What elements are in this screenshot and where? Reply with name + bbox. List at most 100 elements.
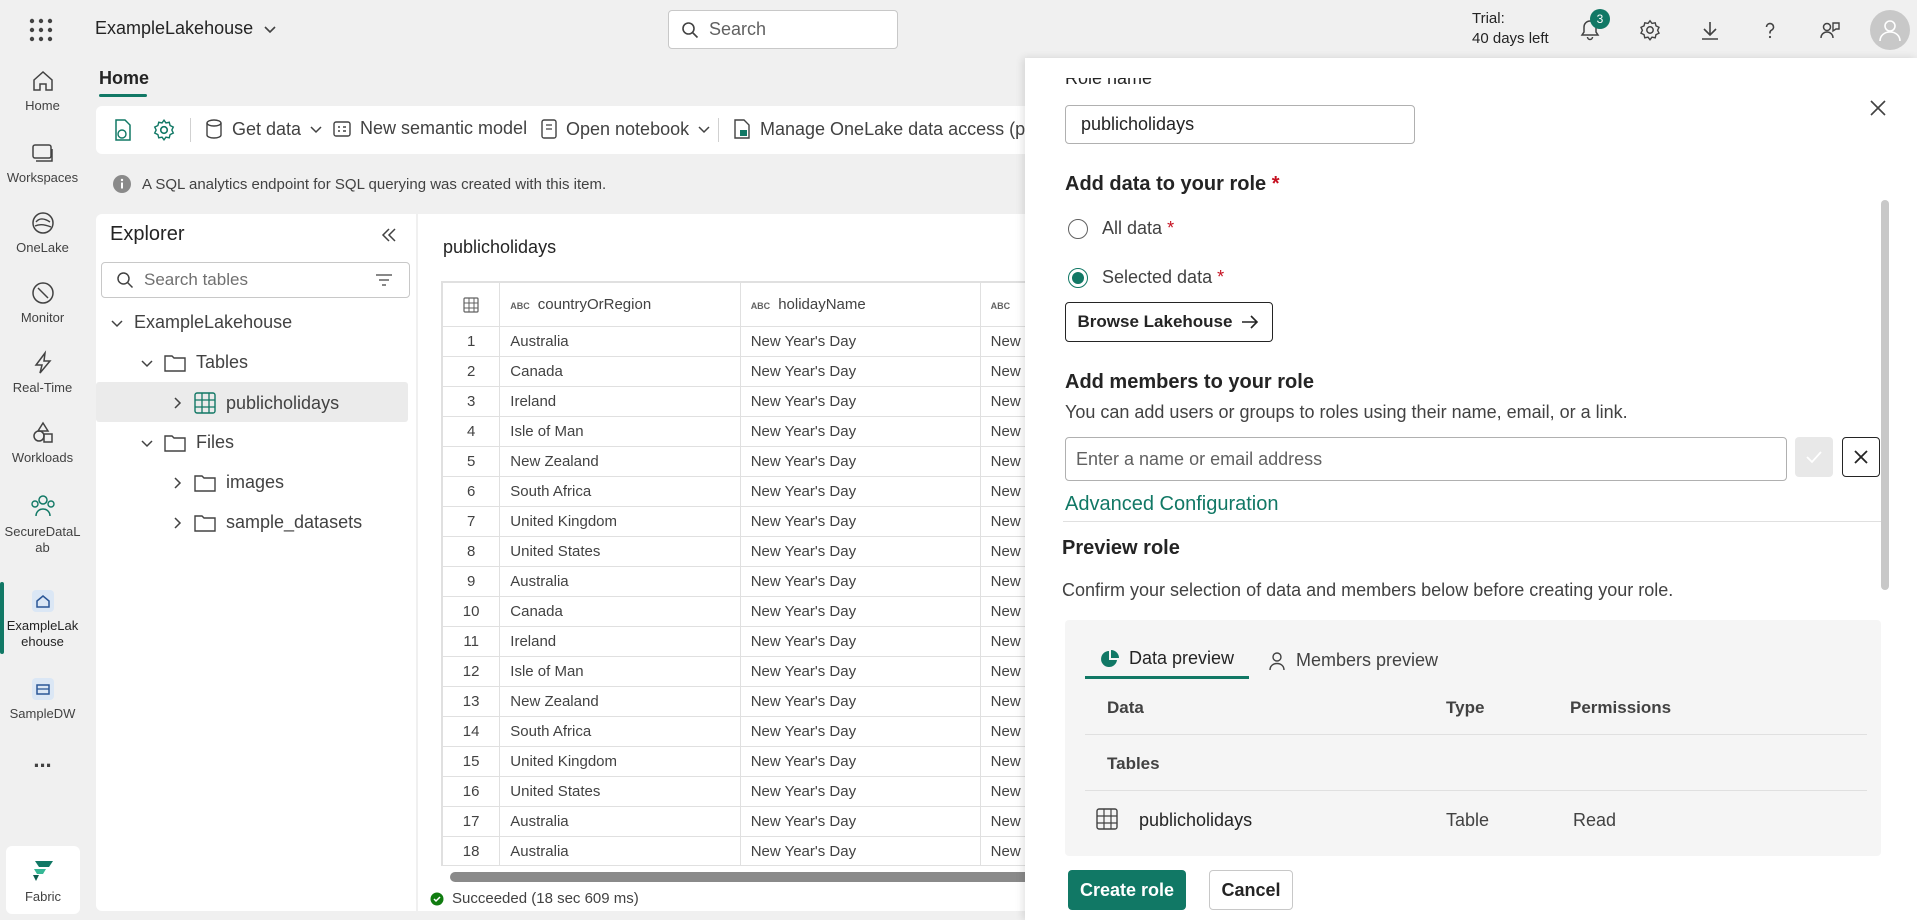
table-cell[interactable]: New Year's Day [739, 386, 981, 417]
rail-item-sampledw[interactable]: SampleDW [0, 676, 85, 722]
filter-icon[interactable] [375, 273, 393, 287]
tree-folder-sample-datasets[interactable]: sample_datasets [170, 512, 362, 533]
table-cell[interactable]: Canada [499, 356, 741, 387]
table-row[interactable]: 18 Australia New Year's Day New [442, 836, 1060, 865]
table-cell[interactable]: Australia [499, 806, 741, 837]
row-number-cell[interactable]: 1 [442, 326, 501, 357]
row-number-cell[interactable]: 11 [442, 626, 501, 657]
rail-item-monitor[interactable]: Monitor [0, 280, 85, 326]
table-row[interactable]: 4 Isle of Man New Year's Day New [442, 416, 1060, 447]
tree-folder-files[interactable]: Files [140, 432, 234, 453]
confirm-member-button[interactable] [1795, 437, 1833, 477]
table-cell[interactable]: Australia [499, 326, 741, 357]
browse-lakehouse-button[interactable]: Browse Lakehouse [1065, 302, 1273, 342]
role-name-input[interactable]: publicholidays [1065, 105, 1415, 144]
radio-selected-data[interactable]: Selected data * [1068, 267, 1224, 288]
table-cell[interactable]: Ireland [499, 386, 741, 417]
table-cell[interactable]: Australia [499, 836, 741, 865]
table-cell[interactable]: New Year's Day [739, 446, 981, 477]
table-cell[interactable]: United Kingdom [499, 746, 741, 777]
search-tables-input[interactable]: Search tables [101, 262, 410, 298]
row-number-cell[interactable]: 9 [442, 566, 501, 597]
open-notebook-button[interactable]: Open notebook [540, 118, 711, 140]
rail-item-workspaces[interactable]: Workspaces [0, 140, 85, 186]
grid-corner[interactable] [442, 282, 501, 327]
table-cell[interactable]: New Year's Day [739, 656, 981, 687]
download-icon[interactable] [1694, 14, 1726, 46]
table-cell[interactable]: New Year's Day [739, 416, 981, 447]
rail-item-home[interactable]: Home [0, 68, 85, 114]
table-cell[interactable]: Isle of Man [499, 416, 741, 447]
table-cell[interactable]: New Year's Day [739, 356, 981, 387]
clear-member-button[interactable] [1842, 437, 1880, 477]
rail-item-onelake[interactable]: OneLake [0, 210, 85, 256]
table-row[interactable]: 2 Canada New Year's Day New [442, 356, 1060, 387]
table-row[interactable]: 14 South Africa New Year's Day New [442, 716, 1060, 747]
rail-item-workloads[interactable]: Workloads [0, 420, 85, 466]
table-cell[interactable]: New Year's Day [739, 686, 981, 717]
rail-item-examplelakehouse[interactable]: ExampleLak ehouse [0, 588, 85, 650]
collapse-pane-icon[interactable] [380, 226, 398, 244]
member-search-input[interactable]: Enter a name or email address [1065, 437, 1787, 481]
table-row[interactable]: 11 Ireland New Year's Day New [442, 626, 1060, 657]
row-number-cell[interactable]: 6 [442, 476, 501, 507]
row-number-cell[interactable]: 3 [442, 386, 501, 417]
table-cell[interactable]: New Year's Day [739, 836, 981, 865]
data-grid[interactable]: ABC countryOrRegion ABC holidayName ABC 1A… [441, 281, 1061, 866]
table-cell[interactable]: New Year's Day [739, 506, 981, 537]
table-cell[interactable]: New Year's Day [739, 566, 981, 597]
fabric-switcher[interactable]: Fabric [6, 846, 80, 914]
global-search[interactable]: Search [668, 10, 898, 49]
create-role-button[interactable]: Create role [1068, 870, 1186, 910]
table-row[interactable]: 13 New Zealand New Year's Day New [442, 686, 1060, 717]
rail-item-real-time[interactable]: Real-Time [0, 350, 85, 396]
row-number-cell[interactable]: 13 [442, 686, 501, 717]
table-cell[interactable]: New Year's Day [739, 476, 981, 507]
table-row[interactable]: 7 United Kingdom New Year's Day New [442, 506, 1060, 537]
table-cell[interactable]: New Year's Day [739, 776, 981, 807]
table-row[interactable]: 3 Ireland New Year's Day New [442, 386, 1060, 417]
row-number-cell[interactable]: 7 [442, 506, 501, 537]
table-row[interactable]: 8 United States New Year's Day New [442, 536, 1060, 567]
tree-root[interactable]: ExampleLakehouse [110, 312, 292, 333]
table-row[interactable]: 5 New Zealand New Year's Day New [442, 446, 1060, 477]
table-cell[interactable]: New Year's Day [739, 716, 981, 747]
table-row[interactable]: 6 South Africa New Year's Day New [442, 476, 1060, 507]
row-number-cell[interactable]: 12 [442, 656, 501, 687]
panel-scrollbar[interactable] [1881, 200, 1889, 590]
tab-data-preview[interactable]: Data preview [1100, 648, 1234, 669]
row-number-cell[interactable]: 2 [442, 356, 501, 387]
help-icon[interactable] [1754, 14, 1786, 46]
table-cell[interactable]: Australia [499, 566, 741, 597]
radio-button-checked[interactable] [1068, 267, 1088, 288]
new-semantic-model-button[interactable]: New semantic model [332, 118, 527, 139]
row-number-cell[interactable]: 8 [442, 536, 501, 567]
table-cell[interactable]: United States [499, 776, 741, 807]
table-cell[interactable]: New Year's Day [739, 746, 981, 777]
workspace-switcher[interactable]: ExampleLakehouse [95, 18, 277, 39]
table-row[interactable]: 16 United States New Year's Day New [442, 776, 1060, 807]
rail-item-securedatalab[interactable]: SecureDataL ab [0, 492, 85, 556]
close-icon[interactable] [1868, 98, 1888, 118]
manage-onelake-access-button[interactable]: Manage OneLake data access (pre [732, 118, 1041, 140]
row-number-cell[interactable]: 18 [442, 836, 501, 865]
table-row[interactable]: 1 Australia New Year's Day New [442, 326, 1060, 357]
table-cell[interactable]: Canada [499, 596, 741, 627]
row-number-cell[interactable]: 4 [442, 416, 501, 447]
cancel-button[interactable]: Cancel [1209, 870, 1293, 910]
table-row[interactable]: 15 United Kingdom New Year's Day New [442, 746, 1060, 777]
table-row[interactable]: 9 Australia New Year's Day New [442, 566, 1060, 597]
table-cell[interactable]: New Year's Day [739, 806, 981, 837]
table-row[interactable]: 17 Australia New Year's Day New [442, 806, 1060, 837]
column-header[interactable]: ABC holidayName [739, 282, 981, 327]
trial-status[interactable]: Trial: 40 days left [1472, 9, 1549, 49]
settings-button[interactable] [152, 118, 176, 142]
table-cell[interactable]: New Year's Day [739, 626, 981, 657]
tab-home[interactable]: Home [99, 68, 149, 89]
app-launcher-icon[interactable] [28, 17, 54, 43]
advanced-configuration-link[interactable]: Advanced Configuration [1065, 493, 1278, 516]
tree-folder-images[interactable]: images [170, 472, 284, 493]
row-number-cell[interactable]: 15 [442, 746, 501, 777]
radio-button[interactable] [1068, 218, 1088, 239]
table-cell[interactable]: New Year's Day [739, 596, 981, 627]
